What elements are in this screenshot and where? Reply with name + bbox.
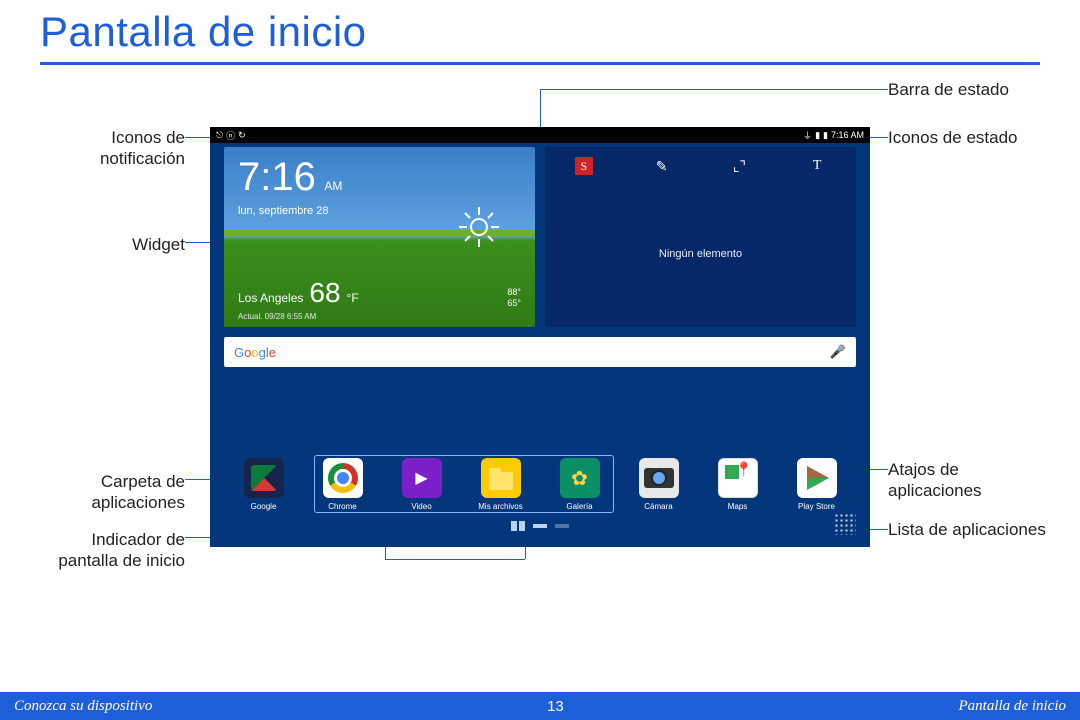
app-video[interactable]: Video bbox=[394, 458, 450, 511]
diagram-stage: Iconos de notificación Widget Carpeta de… bbox=[40, 79, 1040, 639]
weather-hi: 88° bbox=[507, 287, 521, 298]
app-dock: Google Chrome Video Mis archivos Galería Cáma… bbox=[224, 458, 856, 511]
nfc-icon: ⓝ bbox=[226, 129, 235, 142]
page-title: Pantalla de inicio bbox=[0, 0, 1080, 62]
title-rule bbox=[40, 62, 1040, 65]
pen-icon[interactable]: ✎ bbox=[653, 157, 671, 175]
battery-icon: ▮ bbox=[823, 130, 828, 141]
app-camera[interactable]: Cámara bbox=[631, 458, 687, 511]
app-label: Mis archivos bbox=[473, 502, 529, 511]
play-icon bbox=[797, 458, 837, 498]
clock-date: lun, septiembre 28 bbox=[238, 205, 329, 217]
weather-temp: 68 bbox=[309, 277, 340, 309]
page-dot[interactable] bbox=[533, 524, 547, 528]
footer-topic: Pantalla de inicio bbox=[959, 698, 1066, 715]
lead bbox=[540, 89, 888, 90]
label-notification-icons: Iconos de notificación bbox=[40, 127, 185, 170]
google-search-bar[interactable]: Google 🎤 bbox=[224, 337, 856, 367]
app-label: Galería bbox=[552, 502, 608, 511]
apps-list-button[interactable] bbox=[834, 513, 856, 535]
wifi-icon: ⏚ bbox=[803, 129, 812, 142]
label-status-bar: Barra de estado bbox=[888, 79, 1038, 100]
label-apps-list: Lista de aplicaciones bbox=[888, 519, 1048, 540]
text-icon[interactable]: T bbox=[808, 157, 826, 175]
label-status-icons: Iconos de estado bbox=[888, 127, 1038, 148]
app-label: Google bbox=[236, 502, 292, 511]
app-maps[interactable]: Maps bbox=[710, 458, 766, 511]
camera-icon bbox=[639, 458, 679, 498]
app-label: Cámara bbox=[631, 502, 687, 511]
video-icon bbox=[402, 458, 442, 498]
label-app-folder: Carpeta de aplicaciones bbox=[40, 471, 185, 514]
signal-icon: ▮ bbox=[815, 130, 820, 141]
files-icon bbox=[481, 458, 521, 498]
sun-icon bbox=[455, 203, 503, 251]
weather-city-row: Los Angeles 68 °F bbox=[238, 277, 359, 309]
notes-widget[interactable]: S ✎ ⌞⌝ T Ningún elemento bbox=[545, 147, 856, 327]
maps-icon bbox=[718, 458, 758, 498]
mic-icon[interactable]: 🎤 bbox=[830, 344, 846, 360]
clock-ampm: AM bbox=[324, 179, 342, 193]
chrome-icon bbox=[323, 458, 363, 498]
status-bar: ⎋ ⓝ ↻ ⏚ ▮ ▮ 7:16 AM bbox=[210, 127, 870, 143]
clock-time: 7:16 bbox=[238, 155, 316, 199]
gallery-icon bbox=[560, 458, 600, 498]
label-app-shortcuts: Atajos de aplicaciones bbox=[888, 459, 1048, 502]
app-gallery[interactable]: Galería bbox=[552, 458, 608, 511]
page-indicator[interactable] bbox=[210, 521, 870, 531]
widgets-row: 7:16 AM lun, septiembre 28 Los Angeles 6… bbox=[224, 147, 856, 327]
app-label: Chrome bbox=[315, 502, 371, 511]
folder-icon bbox=[244, 458, 284, 498]
lead bbox=[385, 559, 525, 560]
camera-icon[interactable]: ⌞⌝ bbox=[730, 157, 748, 175]
page-footer: Conozca su dispositivo 13 Pantalla de in… bbox=[0, 692, 1080, 720]
label-page-indicator: Indicador de pantalla de inicio bbox=[40, 529, 185, 572]
app-chrome[interactable]: Chrome bbox=[315, 458, 371, 511]
footer-section: Conozca su dispositivo bbox=[14, 698, 152, 715]
app-label: Play Store bbox=[789, 502, 845, 511]
lead bbox=[540, 89, 541, 131]
app-files[interactable]: Mis archivos bbox=[473, 458, 529, 511]
status-icons: ⏚ ▮ ▮ 7:16 AM bbox=[803, 129, 864, 142]
weather-unit: °F bbox=[347, 291, 359, 305]
tablet-screenshot: ⎋ ⓝ ↻ ⏚ ▮ ▮ 7:16 AM 7:16 AM lun, septiem… bbox=[210, 127, 870, 547]
weather-lo: 65° bbox=[507, 298, 521, 309]
app-label: Maps bbox=[710, 502, 766, 511]
s-note-icon[interactable]: S bbox=[575, 157, 593, 175]
weather-widget[interactable]: 7:16 AM lun, septiembre 28 Los Angeles 6… bbox=[224, 147, 535, 327]
page-dot[interactable] bbox=[555, 524, 569, 528]
sync-icon: ↻ bbox=[238, 130, 246, 141]
weather-hilo: 88° 65° bbox=[507, 287, 521, 309]
weather-city: Los Angeles bbox=[238, 291, 303, 305]
app-folder[interactable]: Google bbox=[236, 458, 292, 511]
notes-toolbar: S ✎ ⌞⌝ T bbox=[545, 157, 856, 175]
label-widget: Widget bbox=[40, 234, 185, 255]
clock: 7:16 AM bbox=[238, 155, 342, 200]
app-label: Video bbox=[394, 502, 450, 511]
weather-updated: Actual. 09/28 6:55 AM bbox=[238, 312, 316, 321]
home-page-icon[interactable] bbox=[511, 521, 525, 531]
notes-empty-msg: Ningún elemento bbox=[545, 248, 856, 260]
cast-icon: ⎋ bbox=[216, 130, 223, 141]
lead bbox=[868, 137, 888, 138]
footer-page: 13 bbox=[547, 698, 564, 715]
app-play[interactable]: Play Store bbox=[789, 458, 845, 511]
google-logo: Google bbox=[234, 345, 276, 360]
notification-icons: ⎋ ⓝ ↻ bbox=[216, 129, 246, 142]
status-time: 7:16 AM bbox=[831, 130, 864, 140]
